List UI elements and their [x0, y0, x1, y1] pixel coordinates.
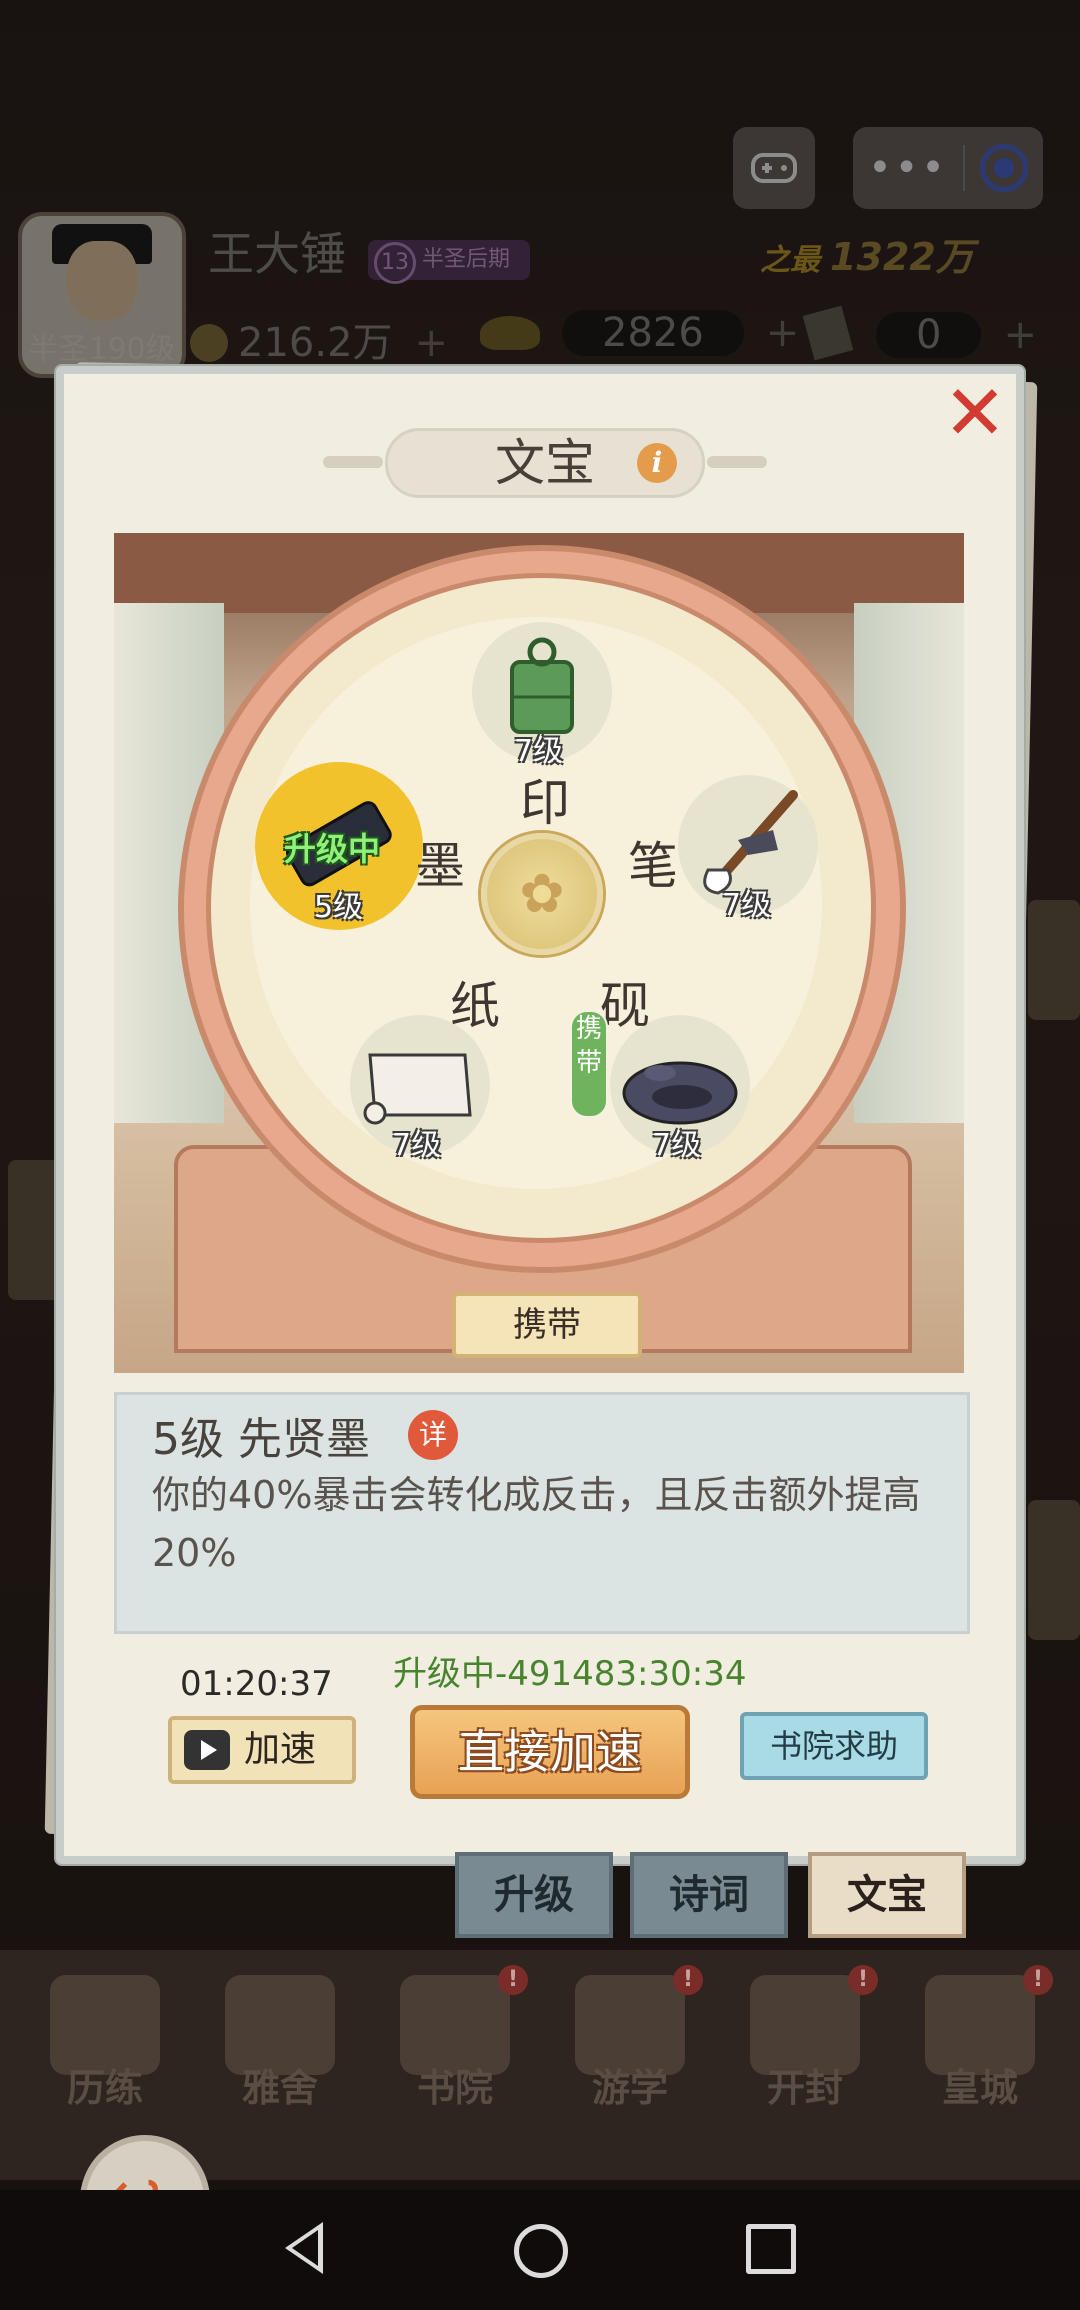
- nav-academy[interactable]: 书院 !: [380, 1965, 530, 2115]
- system-back-icon[interactable]: [285, 2222, 323, 2274]
- nav-imperial-city-label: 皇城: [941, 2066, 1018, 2110]
- close-icon[interactable]: ✕: [940, 375, 1010, 451]
- paper-name: 纸: [450, 977, 500, 1035]
- detail-button[interactable]: 详: [408, 1410, 458, 1460]
- direct-speed-up-button[interactable]: 直接加速: [410, 1705, 690, 1799]
- paper-level: 7级: [392, 1128, 442, 1163]
- brush-level: 7级: [722, 888, 772, 923]
- info-icon[interactable]: i: [637, 443, 677, 483]
- study-tour-alert-badge: !: [673, 1965, 703, 1995]
- academy-help-button[interactable]: 书院求助: [740, 1712, 928, 1780]
- nav-study-tour-label: 游学: [591, 2066, 668, 2110]
- nav-elegant-house-label: 雅舍: [241, 2066, 318, 2110]
- carry-button[interactable]: 携带: [452, 1292, 642, 1358]
- ink-upgrading-label: 升级中: [284, 830, 381, 868]
- brush-name: 笔: [628, 837, 678, 895]
- system-home-icon[interactable]: [514, 2224, 568, 2278]
- seal-name: 印: [520, 774, 570, 832]
- imperial-city-alert-badge: !: [1023, 1965, 1053, 1995]
- speed-up-label: 加速: [244, 1729, 317, 1770]
- nav-academy-label: 书院: [416, 2066, 493, 2110]
- nav-imperial-city[interactable]: 皇城 !: [905, 1965, 1055, 2115]
- treasure-title: 5级 先贤墨: [152, 1414, 370, 1465]
- kaifeng-alert-badge: !: [848, 1965, 878, 1995]
- nav-kaifeng-label: 开封: [766, 2066, 843, 2110]
- tab-treasure[interactable]: 文宝: [808, 1852, 966, 1938]
- system-recent-apps-icon[interactable]: [746, 2224, 796, 2274]
- nav-training[interactable]: 历练: [30, 1965, 180, 2115]
- nav-kaifeng[interactable]: 开封 !: [730, 1965, 880, 2115]
- speed-timer: 01:20:37: [180, 1664, 333, 1704]
- upgrade-status: 升级中-491483:30:34: [393, 1654, 747, 1694]
- center-flower-icon: ✿: [481, 833, 603, 955]
- nav-study-tour[interactable]: 游学 !: [555, 1965, 705, 2115]
- ink-level: 5级: [314, 890, 364, 925]
- inkstone-carried-badge: 携带: [570, 1010, 608, 1118]
- inkstone-level: 7级: [652, 1128, 702, 1163]
- tab-upgrade[interactable]: 升级: [455, 1852, 613, 1938]
- treasure-effect-text: 你的40%暴击会转化成反击，且反击额外提高20%: [152, 1473, 921, 1575]
- video-play-icon: [184, 1730, 230, 1770]
- speed-up-button[interactable]: 加速: [168, 1716, 356, 1784]
- nav-training-label: 历练: [66, 2066, 143, 2110]
- nav-elegant-house[interactable]: 雅舍: [205, 1965, 355, 2115]
- panel-title: 文宝: [495, 434, 595, 492]
- tab-poetry[interactable]: 诗词: [630, 1852, 788, 1938]
- academy-alert-badge: !: [498, 1965, 528, 1995]
- ink-name: 墨: [415, 837, 465, 895]
